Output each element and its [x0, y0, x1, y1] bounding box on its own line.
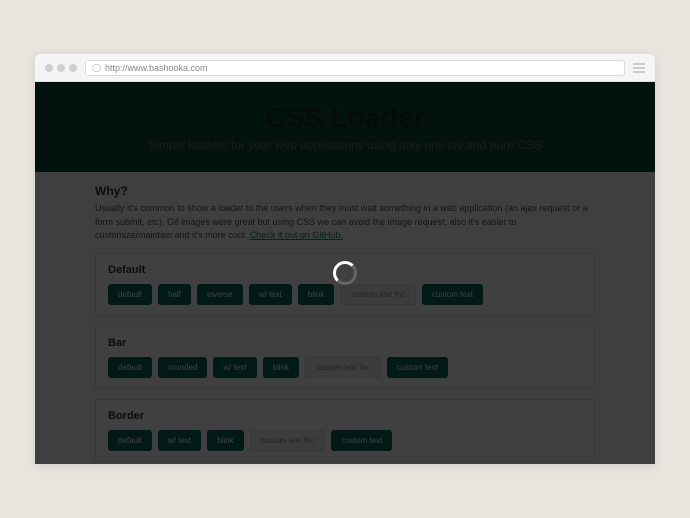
close-dot[interactable]	[45, 64, 53, 72]
spinner-icon	[333, 261, 357, 285]
url-bar[interactable]: ◯ http://www.bashooka.com	[85, 60, 625, 76]
browser-window: ◯ http://www.bashooka.com CSS Loader Sim…	[35, 54, 655, 464]
loading-overlay	[35, 82, 655, 464]
globe-icon: ◯	[92, 63, 101, 72]
minimize-dot[interactable]	[57, 64, 65, 72]
window-controls	[45, 64, 77, 72]
maximize-dot[interactable]	[69, 64, 77, 72]
hamburger-menu-icon[interactable]	[633, 63, 645, 73]
browser-chrome-bar: ◯ http://www.bashooka.com	[35, 54, 655, 82]
url-text: http://www.bashooka.com	[105, 63, 208, 73]
page-viewport: CSS Loader Simple loaders for your web a…	[35, 82, 655, 464]
